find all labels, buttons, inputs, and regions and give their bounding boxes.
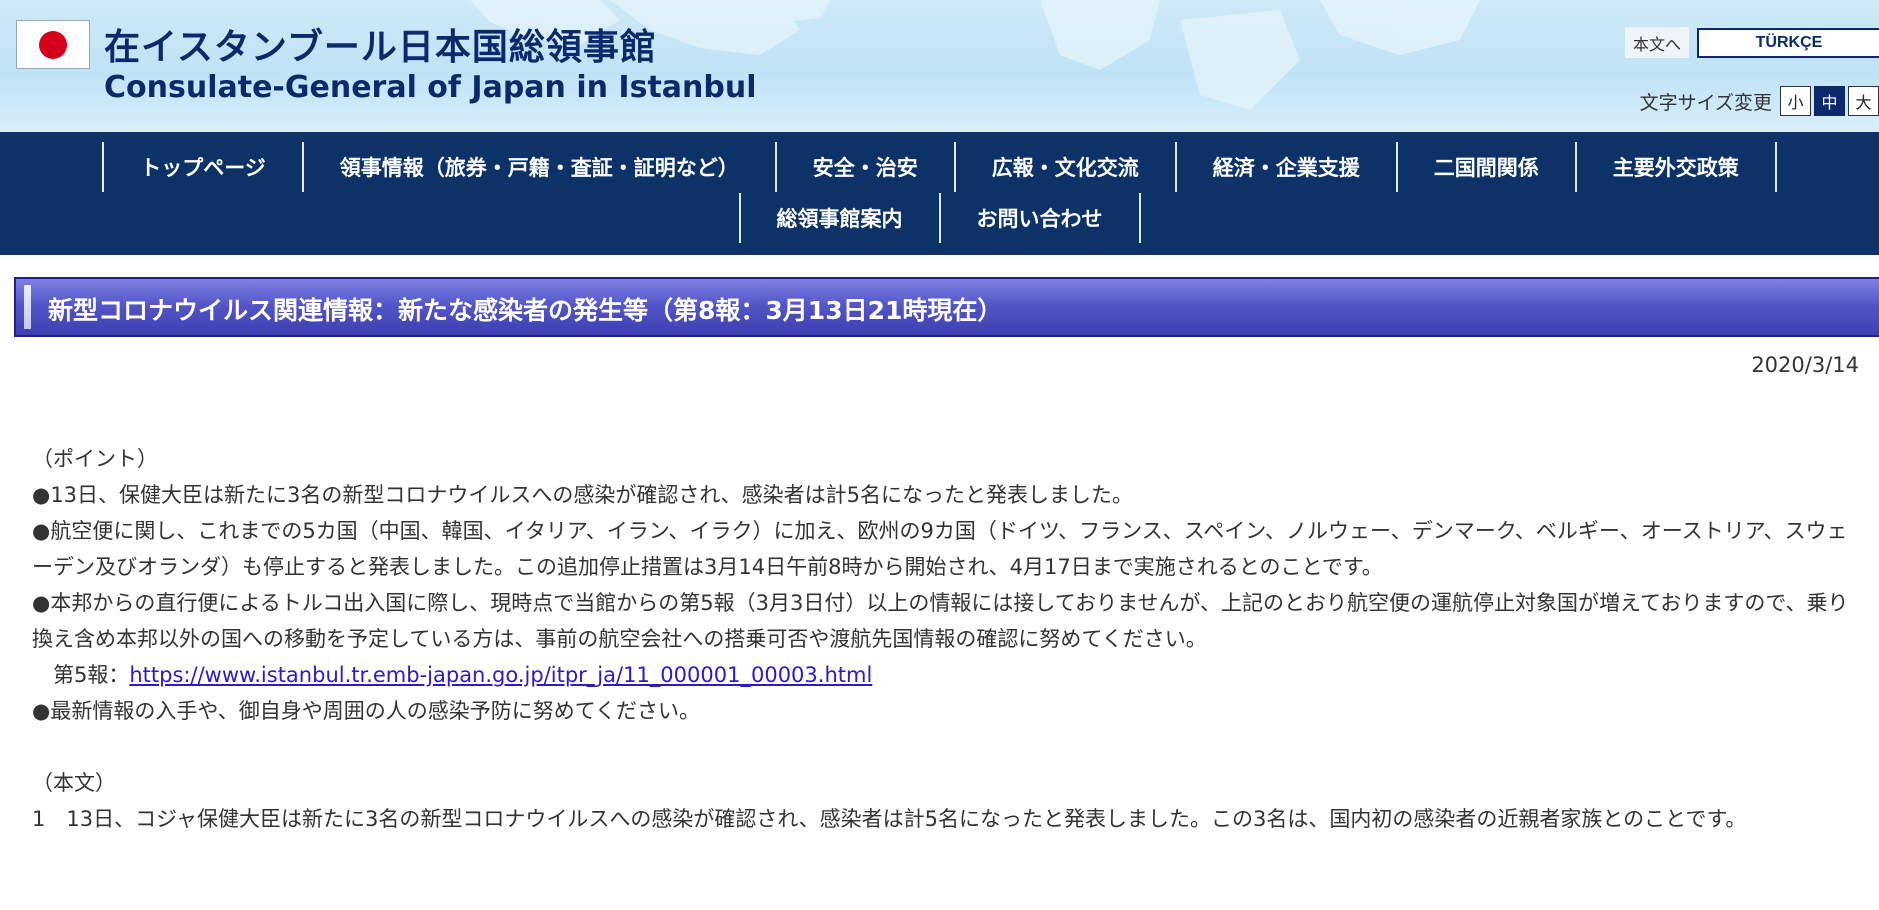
main-heading: （本文） (32, 771, 116, 795)
publish-date: 2020/3/14 (1751, 353, 1859, 377)
font-size-medium-button[interactable]: 中 (1814, 86, 1845, 116)
turkish-language-button[interactable]: TÜRKÇE (1697, 27, 1879, 58)
global-navigation: トップページ 領事情報（旅券・戸籍・査証・証明など） 安全・治安 広報・文化交流… (0, 132, 1879, 255)
nav-item-bilateral[interactable]: 二国間関係 (1395, 142, 1575, 192)
font-size-small-button[interactable]: 小 (1780, 86, 1811, 116)
nav-row-1: トップページ 領事情報（旅券・戸籍・査証・証明など） 安全・治安 広報・文化交流… (0, 142, 1879, 192)
nav-item-culture[interactable]: 広報・文化交流 (953, 142, 1175, 192)
nav-item-contact[interactable]: お問い合わせ (938, 193, 1141, 243)
heading-accent-bar (24, 285, 31, 329)
nav-item-about[interactable]: 総領事館案内 (738, 193, 939, 243)
rising-sun-circle (39, 30, 67, 59)
point-bullet-1: ●13日、保健大臣は新たに3名の新型コロナウイルスへの感染が確認され、感染者は計… (32, 483, 1133, 507)
point-bullet-3: ●本邦からの直行便によるトルコ出入国に際し、現時点で当館からの第5報（3月3日付… (32, 591, 1849, 651)
japan-flag-logo (16, 20, 90, 69)
nav-item-economy[interactable]: 経済・企業支援 (1174, 142, 1396, 192)
font-size-large-button[interactable]: 大 (1848, 86, 1879, 116)
point-heading: （ポイント） (32, 447, 158, 471)
reference-label: 第5報： (32, 663, 130, 687)
site-title-ja[interactable]: 在イスタンブール日本国総領事館 (104, 18, 657, 70)
nav-item-consular[interactable]: 領事情報（旅券・戸籍・査証・証明など） (301, 142, 775, 192)
point-bullet-2: ●航空便に関し、これまでの5カ国（中国、韓国、イタリア、イラン、イラク）に加え、… (32, 519, 1848, 579)
nav-item-safety[interactable]: 安全・治安 (774, 142, 954, 192)
page-title: 新型コロナウイルス関連情報：新たな感染者の発生等（第8報：3月13日21時現在） (48, 296, 1003, 325)
point-bullet-4: ●最新情報の入手や、御自身や周囲の人の感染予防に努めてください。 (32, 699, 701, 723)
reference-link[interactable]: https://www.istanbul.tr.emb-japan.go.jp/… (129, 663, 872, 687)
page-heading: 新型コロナウイルス関連情報：新たな感染者の発生等（第8報：3月13日21時現在） (14, 277, 1879, 337)
nav-row-2: 総領事館案内 お問い合わせ (0, 193, 1879, 243)
header-links: 本文へ TÜRKÇE (1624, 27, 1879, 58)
main-paragraph-1: 1 13日、コジャ保健大臣は新たに3名の新型コロナウイルスへの感染が確認され、感… (32, 807, 1747, 831)
article-body: （ポイント） ●13日、保健大臣は新たに3名の新型コロナウイルスへの感染が確認さ… (32, 441, 1862, 837)
font-size-label: 文字サイズ変更 (1639, 91, 1772, 114)
nav-item-top[interactable]: トップページ (102, 142, 302, 192)
nav-item-diplomacy[interactable]: 主要外交政策 (1574, 142, 1777, 192)
font-size-switcher: 文字サイズ変更 小 中 大 (1640, 86, 1879, 116)
site-header: 在イスタンブール日本国総領事館 Consulate-General of Jap… (0, 0, 1879, 132)
skip-to-content-link[interactable]: 本文へ (1624, 27, 1689, 58)
reference-line: 第5報：https://www.istanbul.tr.emb-japan.go… (32, 657, 1862, 693)
site-title-en[interactable]: Consulate-General of Japan in Istanbul (104, 70, 757, 105)
